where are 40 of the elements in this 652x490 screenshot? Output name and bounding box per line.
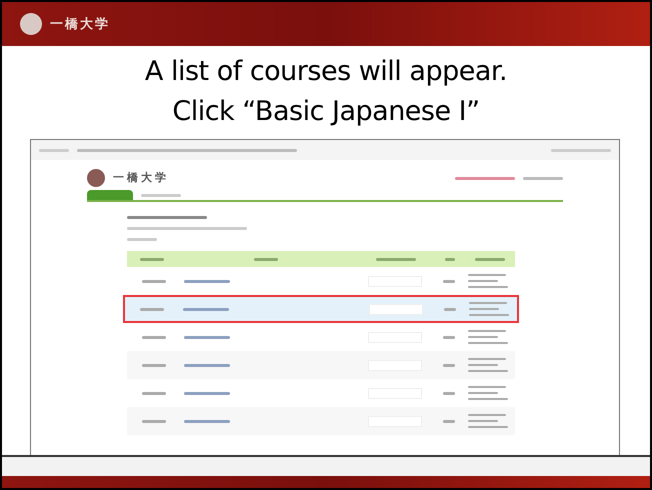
table-row[interactable] xyxy=(123,295,519,323)
blurred-text xyxy=(39,148,69,152)
slide-title: A list of courses will appear. xyxy=(144,55,508,89)
blurred-text xyxy=(184,336,230,338)
blurred-text xyxy=(142,336,166,338)
blurred-text xyxy=(182,308,229,310)
blurred-text xyxy=(442,364,455,366)
blurred-text xyxy=(442,336,455,338)
blurred-text xyxy=(142,392,166,394)
emblem-icon xyxy=(20,13,42,35)
logo-text: 一 橋 大 学 xyxy=(113,170,166,186)
blurred-text xyxy=(475,258,506,260)
blurred-text xyxy=(140,308,164,310)
blurred-text xyxy=(444,308,456,310)
table-row[interactable] xyxy=(127,351,515,379)
blurred-text xyxy=(523,176,563,180)
slide-title: Click “Basic Japanese I” xyxy=(172,95,480,129)
blurred-text xyxy=(442,420,455,422)
active-tab[interactable] xyxy=(87,190,133,200)
blurred-text xyxy=(184,392,230,394)
blurred-text xyxy=(455,176,515,180)
blurred-text xyxy=(445,258,456,260)
blurred-text xyxy=(184,420,230,422)
blurred-text xyxy=(442,280,455,282)
blurred-text xyxy=(442,392,455,394)
blurred-text xyxy=(142,420,166,422)
blurred-text xyxy=(141,194,181,197)
input-field[interactable] xyxy=(368,304,423,314)
blurred-text xyxy=(376,258,416,260)
logo-text: 一橋大学 xyxy=(50,15,110,34)
blurred-text xyxy=(142,364,166,366)
table-row[interactable] xyxy=(127,407,515,435)
emblem-icon xyxy=(87,169,105,187)
blurred-text xyxy=(184,280,230,282)
blurred-text xyxy=(140,258,164,260)
blurred-text xyxy=(254,258,278,260)
blurred-text xyxy=(551,148,611,152)
blurred-text xyxy=(127,238,157,241)
blurred-text xyxy=(184,364,230,366)
blurred-text xyxy=(142,280,166,282)
